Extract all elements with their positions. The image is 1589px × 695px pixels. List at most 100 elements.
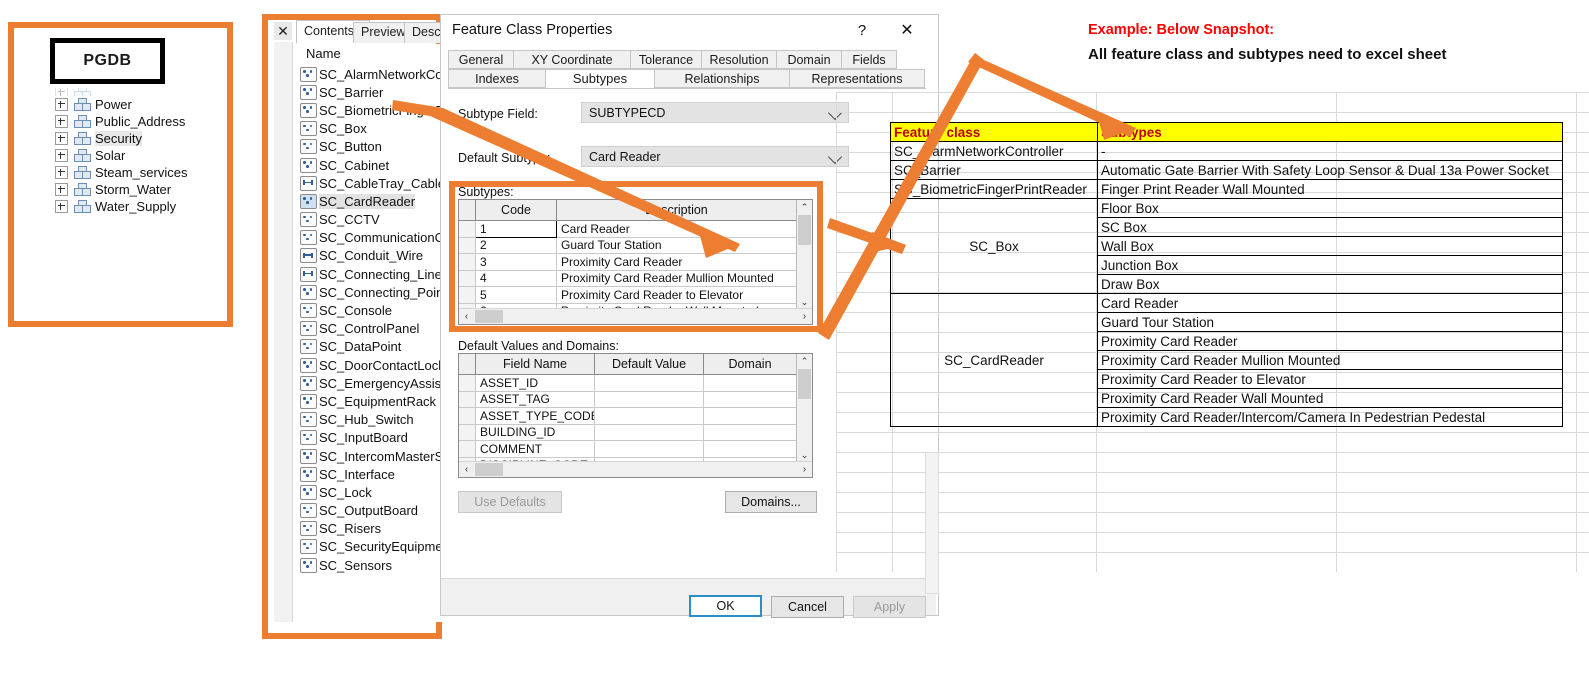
- tree-item-public_address[interactable]: Public_Address: [55, 113, 225, 130]
- subtype-code[interactable]: 3: [475, 253, 557, 271]
- feature-class-list[interactable]: Name SC_AlarmNetworkCo SC_Barrier SC_Biome…: [296, 44, 444, 622]
- feature-class-item[interactable]: SC_Connecting_Point: [296, 283, 444, 301]
- subtype-field-select[interactable]: SUBTYPECD: [581, 102, 849, 123]
- default-values-grid[interactable]: Field Name Default Value Domain ASSET_ID ASS…: [458, 353, 813, 478]
- tree-item-storm_water[interactable]: Storm_Water: [55, 181, 225, 198]
- defaults-hscrollbar[interactable]: ‹ ›: [459, 461, 812, 477]
- expand-icon[interactable]: [55, 132, 68, 145]
- feature-class-item[interactable]: SC_Lock: [296, 483, 444, 501]
- defaults-row[interactable]: COMMENT: [459, 440, 797, 458]
- feature-class-item[interactable]: SC_EmergencyAssista: [296, 374, 444, 392]
- scroll-up-icon[interactable]: ⌃: [797, 354, 812, 368]
- excel-subtype-cell[interactable]: Draw Box: [1097, 274, 1563, 294]
- dialog-tab-domain[interactable]: Domain: [776, 50, 842, 69]
- excel-subtype-cell[interactable]: Card Reader: [1097, 293, 1563, 313]
- scroll-down-icon[interactable]: ⌄: [797, 448, 812, 462]
- defaults-domain-cell[interactable]: [703, 424, 797, 441]
- subtypes-row[interactable]: 2 Guard Tour Station: [459, 237, 797, 254]
- feature-class-item[interactable]: SC_Box: [296, 120, 444, 138]
- excel-subtype-cell[interactable]: -: [1097, 141, 1563, 161]
- defaults-row[interactable]: ASSET_TYPE_CODE: [459, 407, 797, 425]
- expand-icon[interactable]: [55, 115, 68, 128]
- subtypes-row[interactable]: 1 Card Reader: [459, 220, 797, 238]
- feature-class-item[interactable]: SC_CardReader: [296, 192, 444, 210]
- feature-class-item[interactable]: SC_Hub_Switch: [296, 411, 444, 429]
- expand-icon[interactable]: [55, 88, 68, 96]
- scroll-up-icon[interactable]: ⌃: [797, 200, 812, 214]
- excel-feature-class-cell[interactable]: SC_BiometricFingerPrintReader: [890, 179, 1098, 199]
- defaults-domain-cell[interactable]: [703, 407, 797, 425]
- defaults-value-cell[interactable]: [594, 424, 704, 441]
- row-selector[interactable]: [459, 220, 476, 238]
- defaults-vscrollbar[interactable]: ⌃ ⌄: [796, 354, 812, 462]
- defaults-value-cell[interactable]: [594, 374, 704, 392]
- feature-class-item[interactable]: SC_Interface: [296, 465, 444, 483]
- excel-subtype-cell[interactable]: Junction Box: [1097, 255, 1563, 275]
- row-selector[interactable]: [459, 424, 476, 441]
- subtype-description[interactable]: Proximity Card Reader to Elevator: [556, 286, 797, 304]
- defaults-row[interactable]: ASSET_ID: [459, 374, 797, 392]
- scroll-right-icon[interactable]: ›: [797, 309, 812, 324]
- defaults-field-cell[interactable]: BUILDING_ID: [475, 424, 595, 441]
- scroll-left-icon[interactable]: ‹: [459, 462, 474, 477]
- tree-item-solar[interactable]: Solar: [55, 147, 225, 164]
- excel-table-row[interactable]: SC_CardReader Card Reader: [890, 293, 1563, 427]
- excel-subtype-cell[interactable]: Finger Print Reader Wall Mounted: [1097, 179, 1563, 199]
- dialog-tab-relationships[interactable]: Relationships: [654, 69, 790, 88]
- ok-button[interactable]: OK: [689, 595, 762, 617]
- dialog-tab-representations[interactable]: Representations: [789, 69, 925, 88]
- feature-class-item[interactable]: SC_DataPoint: [296, 338, 444, 356]
- feature-class-item[interactable]: SC_Console: [296, 301, 444, 319]
- row-selector[interactable]: [459, 237, 476, 254]
- subtypes-row[interactable]: 3 Proximity Card Reader: [459, 253, 797, 271]
- defaults-column-header[interactable]: Default Value: [594, 354, 704, 375]
- excel-subtype-cell[interactable]: Proximity Card Reader: [1097, 331, 1563, 351]
- dialog-tab-indexes[interactable]: Indexes: [448, 69, 546, 88]
- scroll-left-icon[interactable]: ‹: [459, 309, 474, 324]
- feature-class-item[interactable]: SC_Button: [296, 138, 444, 156]
- feature-class-item[interactable]: SC_InputBoard: [296, 429, 444, 447]
- defaults-domain-cell[interactable]: [703, 440, 797, 458]
- excel-table-row[interactable]: SC_BiometricFingerPrintReader Finger Prin…: [890, 179, 1563, 199]
- close-icon[interactable]: ✕: [895, 20, 919, 40]
- defaults-field-cell[interactable]: ASSET_TAG: [475, 391, 595, 408]
- help-icon[interactable]: ?: [852, 20, 872, 40]
- row-selector[interactable]: [459, 374, 476, 392]
- defaults-field-cell[interactable]: COMMENT: [475, 440, 595, 458]
- feature-class-item[interactable]: SC_CCTV: [296, 211, 444, 229]
- expand-icon[interactable]: [55, 183, 68, 196]
- subtype-code[interactable]: 5: [475, 286, 557, 304]
- feature-class-item[interactable]: SC_BiometricFingerPr: [296, 101, 444, 119]
- tree-item-steam_services[interactable]: Steam_services: [55, 164, 225, 181]
- scrollbar-thumb[interactable]: [798, 215, 811, 245]
- defaults-column-header[interactable]: Field Name: [475, 354, 595, 375]
- expand-icon[interactable]: [55, 200, 68, 213]
- default-subtype-select[interactable]: Card Reader: [581, 146, 849, 167]
- feature-class-item[interactable]: SC_OutputBoard: [296, 502, 444, 520]
- subtypes-grid[interactable]: Code Description 1 Card Reader 2 Guard Tour S…: [458, 199, 813, 325]
- catalog-scrollbar[interactable]: ⌃: [274, 42, 565, 622]
- subtypes-row[interactable]: 4 Proximity Card Reader Mullion Mounted: [459, 270, 797, 287]
- subtype-description[interactable]: Guard Tour Station: [556, 237, 797, 254]
- expand-icon[interactable]: [55, 149, 68, 162]
- dialog-tab-row-2[interactable]: Indexes Subtypes Relationships Representati…: [448, 69, 926, 88]
- excel-header-subtypes[interactable]: Subtypes: [1097, 122, 1563, 142]
- excel-table-row[interactable]: SC_Box Floor Box: [890, 198, 1563, 294]
- dialog-tab-strip[interactable]: GeneralXY Coordinate SystemToleranceReso…: [448, 50, 926, 88]
- scrollbar-thumb[interactable]: [475, 310, 503, 323]
- cancel-button[interactable]: Cancel: [771, 596, 844, 618]
- dialog-tab-general[interactable]: General: [448, 50, 514, 69]
- dialog-tab-fields[interactable]: Fields: [841, 50, 897, 69]
- excel-subtype-cell[interactable]: Proximity Card Reader Mullion Mounted: [1097, 350, 1563, 370]
- scroll-down-icon[interactable]: ⌄: [797, 295, 812, 309]
- feature-class-item[interactable]: SC_Cabinet: [296, 156, 444, 174]
- excel-subtype-cell[interactable]: Guard Tour Station: [1097, 312, 1563, 332]
- defaults-column-header[interactable]: Domain: [703, 354, 797, 375]
- feature-class-item[interactable]: SC_ControlPanel: [296, 320, 444, 338]
- feature-class-item[interactable]: SC_Sensors: [296, 556, 444, 574]
- excel-subtype-cell[interactable]: Proximity Card Reader Wall Mounted: [1097, 388, 1563, 408]
- scrollbar-thumb[interactable]: [798, 369, 811, 399]
- subtype-code[interactable]: 2: [475, 237, 557, 254]
- geodatabase-tree[interactable]: Power Public_Address Security Solar Steam_se…: [55, 88, 225, 215]
- feature-class-item[interactable]: SC_CableTray_Cable: [296, 174, 444, 192]
